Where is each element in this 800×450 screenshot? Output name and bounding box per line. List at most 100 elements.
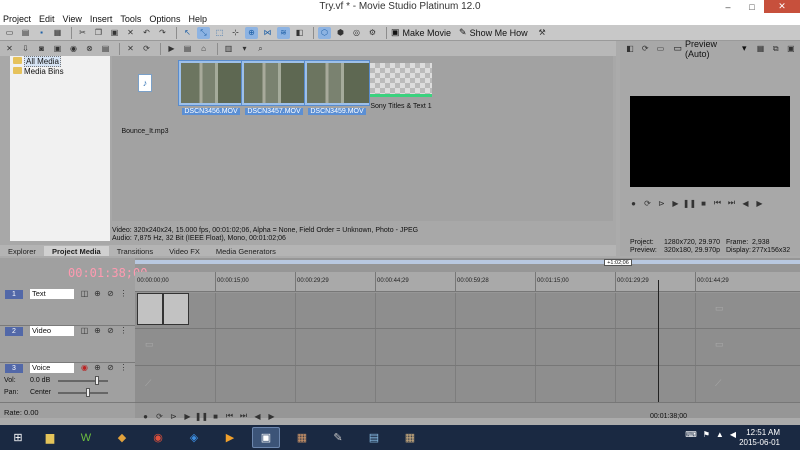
media-fx-icon[interactable]: ▶ bbox=[165, 43, 178, 55]
menu-help[interactable]: Help bbox=[188, 13, 207, 25]
menu-insert[interactable]: Insert bbox=[90, 13, 113, 25]
track-fx-icon[interactable]: ⊕ bbox=[91, 363, 104, 372]
arm-record-icon[interactable]: ◉ bbox=[78, 363, 91, 372]
volume-slider[interactable] bbox=[58, 380, 108, 382]
timeline-clip[interactable] bbox=[137, 293, 163, 325]
mute-icon[interactable]: ⊘ bbox=[104, 326, 117, 335]
pause-icon[interactable]: ❚❚ bbox=[195, 411, 208, 421]
mute-icon[interactable]: ⊘ bbox=[104, 363, 117, 372]
media-item[interactable]: Sony Titles & Text 1 bbox=[364, 63, 438, 110]
tools-icon[interactable]: ⚒ bbox=[536, 27, 549, 39]
envelope-tool-icon[interactable]: ⤡ bbox=[197, 26, 210, 39]
close-button[interactable]: ✕ bbox=[764, 0, 800, 13]
undo-icon[interactable]: ↶ bbox=[140, 27, 153, 39]
go-to-end-icon[interactable]: ⏭ bbox=[726, 198, 737, 208]
prev-frame-icon[interactable]: ◀ bbox=[740, 198, 751, 208]
minimize-button[interactable]: – bbox=[716, 0, 740, 13]
track-header-video[interactable]: 2 Video ◫ ⊕ ⊘ ⋮ bbox=[0, 326, 135, 363]
tags-icon[interactable]: ⌂ bbox=[197, 43, 210, 55]
track-header-text[interactable]: 1 Text ◫ ⊕ ⊘ ⋮ bbox=[0, 289, 135, 326]
app-icon[interactable]: ◈ bbox=[180, 427, 208, 448]
auto-ripple-icon[interactable]: ≋ bbox=[277, 26, 290, 39]
search-icon[interactable]: ⌕ bbox=[254, 43, 267, 55]
selection-tool-icon[interactable]: ⬚ bbox=[213, 27, 226, 39]
next-frame-icon[interactable]: ▶ bbox=[754, 198, 765, 208]
panel-menu-icon[interactable]: ◧ bbox=[624, 43, 636, 55]
track-area[interactable]: ▭ ▭ ▭ ⟋ ⟋ bbox=[135, 293, 800, 403]
track-lane-video[interactable]: ▭ ▭ bbox=[135, 329, 800, 366]
snapping-icon[interactable]: ⊕ bbox=[245, 26, 258, 39]
media-item[interactable]: ♪ Bounce_It.mp3 bbox=[112, 64, 178, 135]
tab-explorer[interactable]: Explorer bbox=[0, 246, 44, 256]
tree-item-media-bins[interactable]: Media Bins bbox=[10, 66, 110, 76]
track-fx-icon[interactable]: ⊕ bbox=[91, 289, 104, 298]
movie-studio-icon[interactable]: ▣ bbox=[252, 427, 280, 448]
overlays-icon[interactable]: ▦ bbox=[755, 43, 767, 55]
menu-options[interactable]: Options bbox=[149, 13, 180, 25]
track-menu-icon[interactable]: ⋮ bbox=[117, 326, 130, 335]
views-icon[interactable]: ▥ bbox=[222, 43, 235, 55]
media-item[interactable]: DSCN3457.MOV bbox=[241, 60, 307, 115]
paint-icon[interactable]: ✎ bbox=[324, 427, 352, 448]
timeline-clip[interactable] bbox=[163, 293, 189, 325]
ignore-grouping-icon[interactable]: ◎ bbox=[350, 27, 363, 39]
track-header-voice[interactable]: 3 Voice ◉ ⊕ ⊘ ⋮ Vol: 0.0 dB Pan: Center bbox=[0, 363, 135, 403]
save-snapshot-icon[interactable]: ▣ bbox=[785, 43, 797, 55]
play-icon[interactable]: ▶ bbox=[670, 198, 681, 208]
refresh-icon[interactable]: ⟳ bbox=[140, 43, 153, 55]
media-player-icon[interactable]: ▶ bbox=[216, 427, 244, 448]
track-motion-icon[interactable]: ◫ bbox=[78, 326, 91, 335]
media-item[interactable]: DSCN3456.MOV bbox=[178, 60, 244, 115]
play-icon[interactable]: ▶ bbox=[182, 411, 193, 421]
go-to-start-icon[interactable]: ⏮ bbox=[712, 198, 723, 208]
app-icon[interactable]: ◆ bbox=[108, 427, 136, 448]
views-dropdown-icon[interactable]: ▾ bbox=[238, 43, 251, 55]
tab-project-media[interactable]: Project Media bbox=[43, 246, 109, 256]
menu-project[interactable]: Project bbox=[3, 13, 31, 25]
record-icon[interactable]: ● bbox=[140, 411, 151, 421]
chrome-icon[interactable]: ◉ bbox=[144, 427, 172, 448]
track-fx-icon[interactable]: ⊕ bbox=[91, 326, 104, 335]
stop-icon[interactable]: ■ bbox=[698, 198, 709, 208]
flag-icon[interactable]: ⚑ bbox=[703, 430, 710, 439]
import-media-icon[interactable]: ⇩ bbox=[19, 43, 32, 55]
pause-icon[interactable]: ❚❚ bbox=[683, 198, 696, 208]
media-item[interactable]: DSCN3459.MOV bbox=[304, 60, 370, 115]
track-lane-voice[interactable]: ⟋ ⟋ bbox=[135, 366, 800, 403]
pan-crop-icon[interactable]: ⬢ bbox=[334, 27, 347, 39]
tree-item-all-media[interactable]: All Media bbox=[10, 55, 110, 67]
media-properties-icon[interactable]: ▤ bbox=[99, 43, 112, 55]
normal-edit-tool-icon[interactable]: ↖ bbox=[181, 27, 194, 39]
make-movie-button[interactable]: ▣ Make Movie bbox=[391, 27, 451, 38]
close-panel-icon[interactable]: ✕ bbox=[3, 43, 16, 55]
track-menu-icon[interactable]: ⋮ bbox=[117, 289, 130, 298]
menu-edit[interactable]: Edit bbox=[39, 13, 55, 25]
record-icon[interactable]: ● bbox=[628, 198, 639, 208]
tab-media-generators[interactable]: Media Generators bbox=[208, 246, 284, 256]
event-fx-icon[interactable]: ⬡ bbox=[318, 26, 331, 39]
remove-unused-icon[interactable]: ⊗ bbox=[83, 43, 96, 55]
go-to-end-icon[interactable]: ⏭ bbox=[238, 411, 249, 421]
track-menu-icon[interactable]: ⋮ bbox=[117, 363, 130, 372]
properties-icon[interactable]: ▦ bbox=[51, 27, 64, 39]
cut-icon[interactable]: ✂ bbox=[76, 27, 89, 39]
copy-snapshot-icon[interactable]: ⧉ bbox=[770, 43, 782, 55]
next-frame-icon[interactable]: ▶ bbox=[266, 411, 277, 421]
pan-slider-thumb[interactable] bbox=[86, 388, 90, 397]
mute-icon[interactable]: ⊘ bbox=[104, 289, 117, 298]
show-me-how-button[interactable]: ✎ Show Me How bbox=[459, 27, 528, 38]
clock[interactable]: 12:51 AM 2015-06-01 bbox=[739, 428, 780, 448]
search-media-icon[interactable]: ▤ bbox=[181, 43, 194, 55]
split-screen-icon[interactable]: ⟳ bbox=[639, 43, 651, 55]
volume-slider-thumb[interactable] bbox=[95, 376, 99, 385]
file-explorer-icon[interactable]: ▆ bbox=[36, 427, 64, 448]
loop-region-bar[interactable] bbox=[135, 260, 800, 264]
play-from-start-icon[interactable]: ⊳ bbox=[168, 411, 179, 421]
preview-quality-dropdown[interactable]: ▭ Preview (Auto) ▾ bbox=[673, 39, 746, 59]
split-icon[interactable]: ⊹ bbox=[229, 27, 242, 39]
track-motion-icon[interactable]: ◫ bbox=[78, 289, 91, 298]
play-from-start-icon[interactable]: ⊳ bbox=[656, 198, 667, 208]
loop-length-marker[interactable]: +1:02;06 bbox=[604, 259, 632, 266]
capture-icon[interactable]: ◙ bbox=[35, 43, 48, 55]
playhead-cursor[interactable] bbox=[658, 280, 659, 402]
